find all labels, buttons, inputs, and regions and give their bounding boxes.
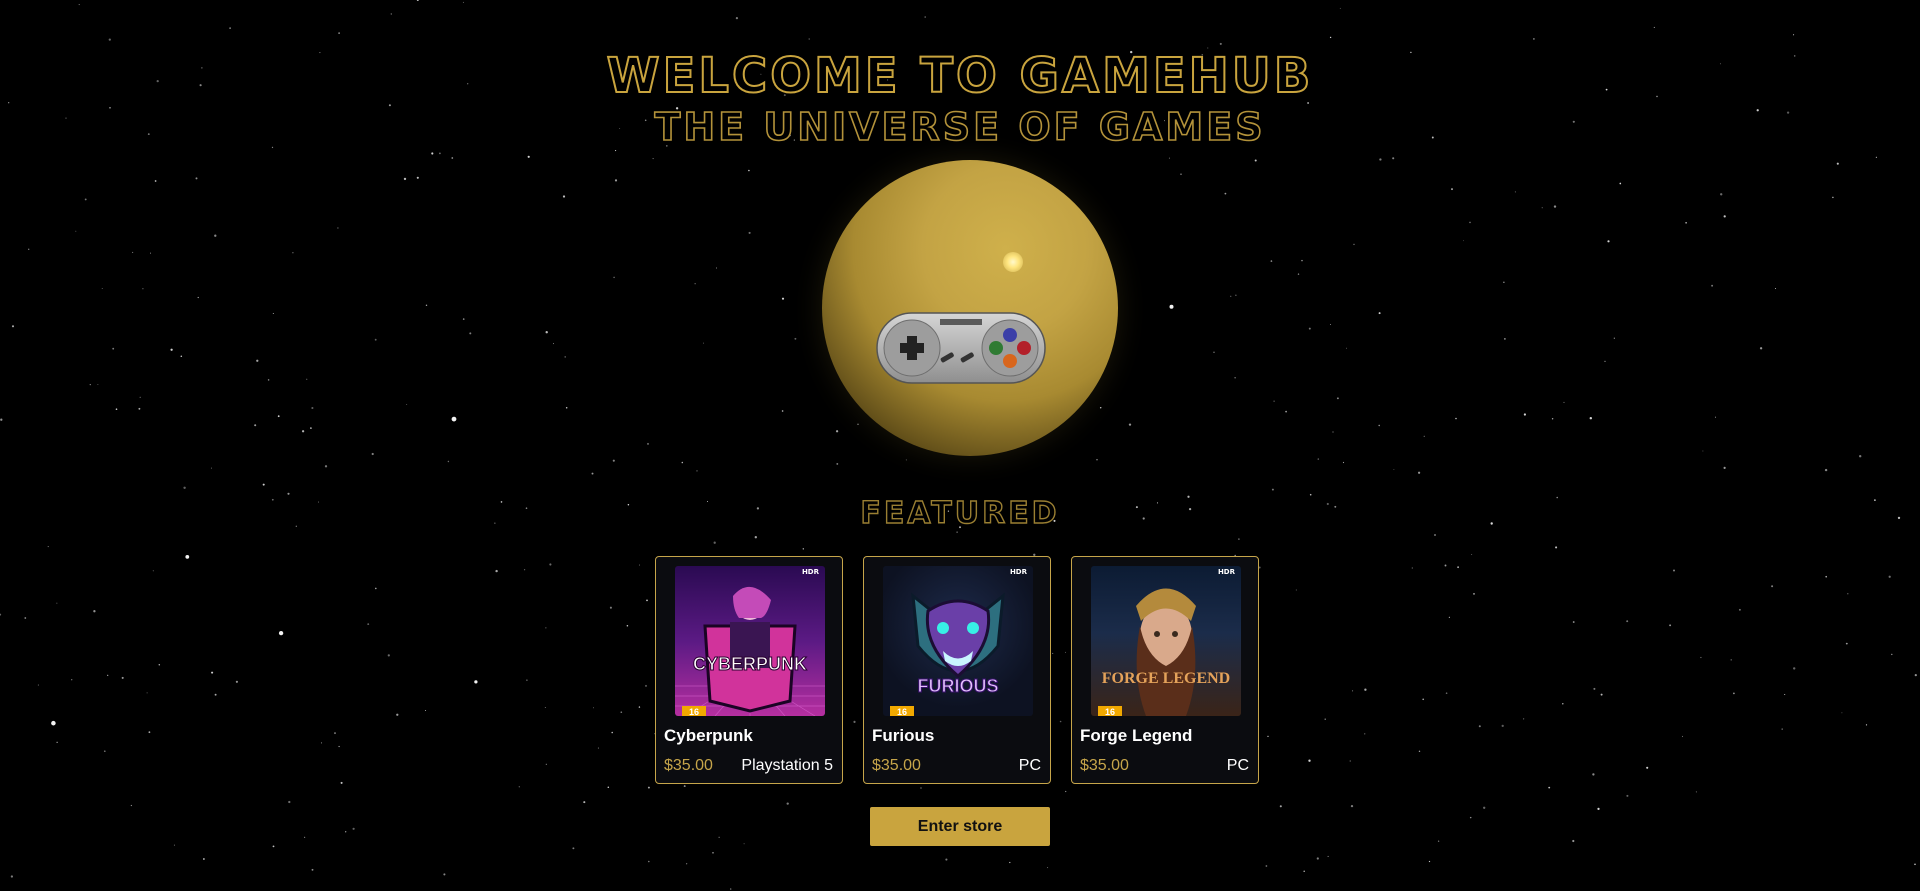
game-platform: Playstation 5 — [741, 757, 833, 774]
age-rating-badge: 16 — [1098, 706, 1122, 716]
game-cover-image[interactable]: FURIOUS HDR 16 — [883, 566, 1033, 716]
game-name[interactable]: Furious — [872, 726, 934, 746]
age-rating-badge: 16 — [682, 706, 706, 716]
game-price: $35.00 — [664, 757, 713, 774]
planet-illustration — [822, 160, 1118, 456]
game-price: $35.00 — [1080, 757, 1129, 774]
hdr-badge: HDR — [801, 568, 819, 576]
hero-subtitle: THE UNIVERSE OF GAMES — [654, 104, 1266, 150]
cover-title: FORGE LEGEND — [1101, 670, 1231, 687]
enter-store-button[interactable]: Enter store — [870, 807, 1050, 846]
game-price: $35.00 — [872, 757, 921, 774]
age-rating-badge: 16 — [890, 706, 914, 716]
game-name[interactable]: Cyberpunk — [664, 726, 753, 746]
game-cover-image[interactable]: FORGE LEGEND HDR 16 — [1091, 566, 1241, 716]
cover-title: CYBERPUNK — [692, 654, 807, 675]
hdr-badge: HDR — [1009, 568, 1027, 576]
featured-heading: FEATURED — [860, 495, 1060, 531]
hero-title: WELCOME TO GAMEHUB — [606, 47, 1314, 105]
game-card-furious[interactable]: FURIOUS HDR 16 Furious $35.00 PC — [863, 556, 1051, 784]
game-platform: PC — [1018, 757, 1041, 774]
cover-title: FURIOUS — [917, 676, 999, 697]
game-name[interactable]: Forge Legend — [1080, 726, 1192, 746]
cover-art — [675, 586, 825, 716]
page: WELCOME TO GAMEHUB THE UNIVERSE OF GAMES… — [0, 0, 1920, 891]
cover-art — [1136, 588, 1196, 716]
game-cover-image[interactable]: CYBERPUNK HDR 16 — [675, 566, 825, 716]
gamepad-icon — [876, 312, 1046, 384]
game-card-forge-legend[interactable]: FORGE LEGEND HDR 16 Forge Legend $35.00 … — [1071, 556, 1259, 784]
game-platform: PC — [1226, 757, 1249, 774]
featured-games-list: CYBERPUNK HDR 16 Cyberpunk $35.00 Playst… — [655, 556, 1259, 784]
hdr-badge: HDR — [1217, 568, 1235, 576]
game-card-cyberpunk[interactable]: CYBERPUNK HDR 16 Cyberpunk $35.00 Playst… — [655, 556, 843, 784]
planet-light-icon — [1003, 252, 1023, 272]
